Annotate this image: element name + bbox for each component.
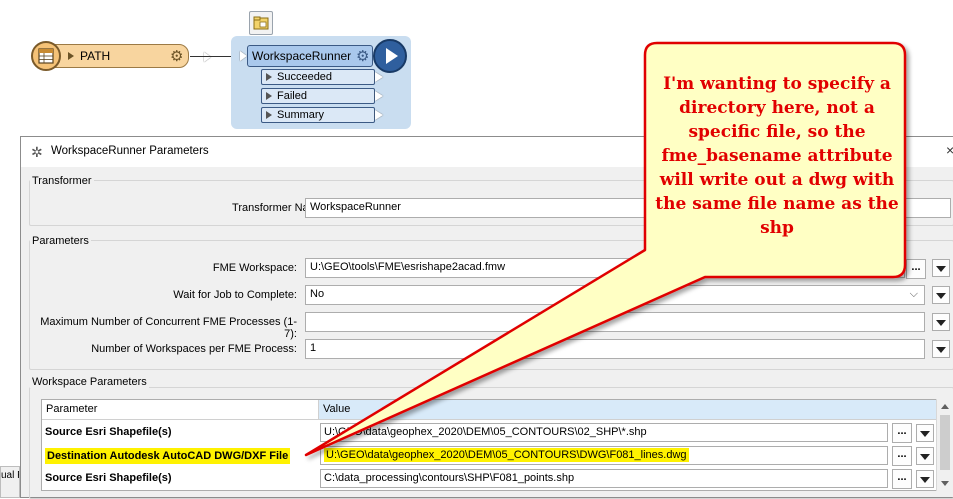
parameter-value-input[interactable]: U:\GEO\data\geophex_2020\DEM\05_CONTOURS… [320, 423, 888, 442]
table-scrollbar[interactable] [936, 399, 953, 491]
workspace-parameters-table: Parameter Value Source Esri Shapefile(s)… [41, 399, 938, 491]
output-port-icon[interactable] [375, 72, 383, 82]
browse-button[interactable]: ... [892, 446, 912, 466]
dropdown-arrow-icon[interactable] [932, 259, 950, 277]
parameter-name: Source Esri Shapefile(s) [45, 426, 172, 438]
parameter-value-input[interactable]: U:\GEO\data\geophex_2020\DEM\05_CONTOURS… [320, 446, 888, 465]
expand-arrow-icon[interactable] [266, 73, 272, 81]
path-node-body: PATH ⚙ [53, 44, 211, 68]
port-label: Failed [277, 90, 307, 102]
column-header-value[interactable]: Value [319, 400, 937, 420]
close-icon[interactable]: × [946, 142, 953, 158]
browse-button[interactable]: ... [892, 469, 912, 489]
browse-button[interactable]: ... [906, 259, 926, 279]
table-icon [31, 41, 61, 71]
parameter-value-text: U:\GEO\data\geophex_2020\DEM\05_CONTOURS… [324, 448, 689, 462]
browse-button[interactable]: ... [892, 423, 912, 443]
port-succeeded[interactable]: Succeeded [261, 69, 383, 85]
workspaces-per-process-label: Number of Workspaces per FME Process: [91, 343, 297, 355]
table-row[interactable]: Source Esri Shapefile(s) U:\GEO\data\geo… [42, 421, 937, 444]
table-row[interactable]: Source Esri Shapefile(s) C:\data_process… [42, 467, 937, 490]
callout-text: I'm wanting to specify a directory here,… [655, 74, 899, 238]
wait-for-job-value: No [310, 288, 325, 300]
dropdown-arrow-icon[interactable] [932, 340, 950, 358]
path-reader-node[interactable]: PATH ⚙ [31, 41, 211, 71]
transformer-name-label: Transformer Name: [232, 202, 327, 214]
background-window-text: ual F [1, 470, 19, 481]
expand-arrow-icon[interactable] [266, 111, 272, 119]
dropdown-arrow-icon[interactable] [932, 286, 950, 304]
output-port-icon[interactable] [375, 91, 383, 101]
parameter-value-input[interactable]: C:\data_processing\contours\SHP\F081_poi… [320, 469, 888, 488]
workspaces-per-process-input[interactable]: 1 [305, 339, 925, 359]
parameter-name: Source Esri Shapefile(s) [45, 472, 172, 484]
fme-workspace-label: FME Workspace: [212, 262, 297, 274]
port-label: Succeeded [277, 71, 333, 83]
max-processes-input[interactable] [305, 312, 925, 332]
port-label: Summary [277, 109, 325, 121]
tools-icon: ✲ [31, 144, 43, 160]
gear-icon[interactable]: ⚙ [170, 47, 183, 65]
bookmark-icon[interactable] [249, 11, 273, 35]
output-port-icon[interactable] [204, 52, 211, 62]
table-row[interactable]: Destination Autodesk AutoCAD DWG/DXF Fil… [42, 444, 937, 467]
expand-arrow-icon[interactable] [266, 92, 272, 100]
output-port-icon[interactable] [375, 110, 383, 120]
dialog-title: WorkspaceRunner Parameters [51, 145, 209, 157]
workspace-parameters-group-label: Workspace Parameters [30, 376, 149, 388]
background-window-tab[interactable]: ual F [0, 466, 20, 498]
scroll-down-icon[interactable] [941, 481, 949, 486]
wait-for-job-label: Wait for Job to Complete: [173, 289, 297, 301]
port-summary[interactable]: Summary [261, 107, 383, 123]
transformer-group-label: Transformer [30, 175, 94, 187]
expand-arrow-icon[interactable] [68, 52, 74, 60]
run-icon[interactable] [373, 39, 407, 73]
dropdown-arrow-icon[interactable] [932, 313, 950, 331]
wait-for-job-select[interactable]: No ⌵ [305, 285, 925, 305]
scrollbar-thumb[interactable] [940, 415, 950, 470]
scroll-up-icon[interactable] [941, 404, 949, 409]
column-header-parameter[interactable]: Parameter [42, 400, 319, 420]
max-processes-label: Maximum Number of Concurrent FME Process… [40, 316, 297, 340]
dropdown-arrow-icon[interactable] [916, 424, 934, 442]
path-node-label: PATH [80, 49, 111, 63]
dropdown-arrow-icon[interactable] [916, 470, 934, 488]
fme-workspace-input[interactable]: U:\GEO\tools\FME\esrishape2acad.fmw [305, 258, 905, 278]
workspacerunner-node-title: WorkspaceRunner [252, 49, 352, 63]
chevron-down-icon: ⌵ [909, 288, 918, 300]
input-port-icon[interactable] [240, 51, 247, 61]
parameters-group-label: Parameters [30, 235, 91, 247]
workspacerunner-node-header[interactable]: WorkspaceRunner ⚙ [247, 45, 373, 67]
gear-icon[interactable]: ⚙ [356, 47, 369, 65]
port-failed[interactable]: Failed [261, 88, 383, 104]
dropdown-arrow-icon[interactable] [916, 447, 934, 465]
parameter-name: Destination Autodesk AutoCAD DWG/DXF Fil… [45, 448, 291, 464]
